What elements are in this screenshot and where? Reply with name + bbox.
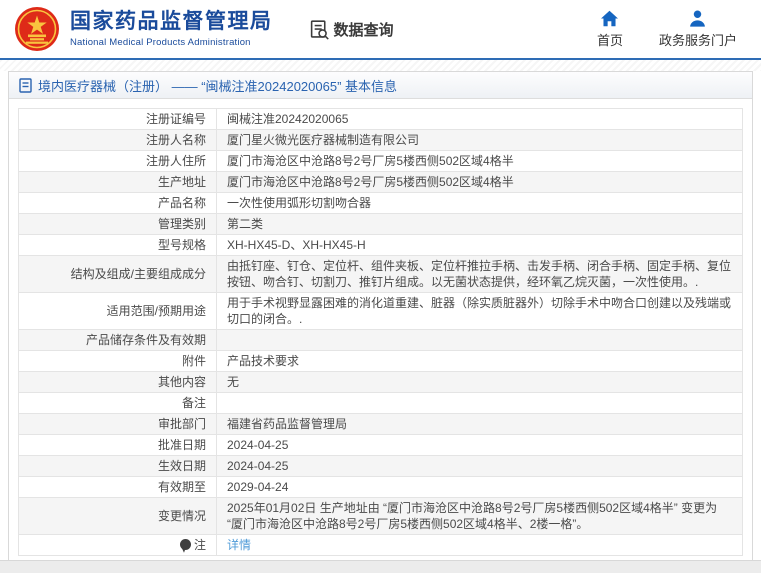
table-row: 管理类别 第二类 bbox=[18, 213, 743, 235]
row-label: 产品储存条件及有效期 bbox=[18, 329, 217, 351]
table-row: 附件 产品技术要求 bbox=[18, 350, 743, 372]
row-value: 厦门市海沧区中沧路8号2号厂房5楼西侧502区域4格半 bbox=[216, 150, 743, 172]
row-label: 其他内容 bbox=[18, 371, 217, 393]
registration-info-table: 注册证编号 闽械注准20242020065 注册人名称 厦门星火微光医疗器械制造有限公… bbox=[18, 108, 743, 556]
row-value: 用于手术视野显露困难的消化道重建、脏器（除实质脏器外）切除手术中吻合口创建以及残… bbox=[216, 292, 743, 330]
row-value: 厦门星火微光医疗器械制造有限公司 bbox=[216, 129, 743, 151]
main-panel: 境内医疗器械（注册） —— “闽械注准20242020065” 基本信息 注册证… bbox=[8, 71, 753, 563]
table-row: 变更情况 2025年01月02日 生产地址由 “厦门市海沧区中沧路8号2号厂房5楼… bbox=[18, 497, 743, 535]
document-search-icon bbox=[310, 19, 329, 40]
row-label: 产品名称 bbox=[18, 192, 217, 214]
nav-gov-portal-label: 政务服务门户 bbox=[658, 32, 737, 48]
nav-home[interactable]: 首页 bbox=[597, 10, 623, 49]
row-value bbox=[216, 392, 743, 414]
row-value bbox=[216, 329, 743, 351]
row-value: 产品技术要求 bbox=[216, 350, 743, 372]
site-header: 国家药品监督管理局 National Medical Products Admi… bbox=[0, 0, 761, 60]
row-label: 审批部门 bbox=[18, 413, 217, 435]
row-value: 由抵钉座、钉仓、定位杆、组件夹板、定位杆推拉手柄、击发手柄、闭合手柄、固定手柄、… bbox=[216, 255, 743, 293]
table-row: 批准日期 2024-04-25 bbox=[18, 434, 743, 456]
row-label: 型号规格 bbox=[18, 234, 217, 256]
table-row: 注册人住所 厦门市海沧区中沧路8号2号厂房5楼西侧502区域4格半 bbox=[18, 150, 743, 172]
row-value: 闽械注准20242020065 bbox=[216, 108, 743, 130]
row-label: 批准日期 bbox=[18, 434, 217, 456]
row-label: 注册人住所 bbox=[18, 150, 217, 172]
note-icon bbox=[179, 539, 191, 550]
org-title-block: 国家药品监督管理局 National Medical Products Admi… bbox=[70, 10, 273, 48]
row-label: 注册人名称 bbox=[18, 129, 217, 151]
row-value: 福建省药品监督管理局 bbox=[216, 413, 743, 435]
table-row: 有效期至 2029-04-24 bbox=[18, 476, 743, 498]
national-emblem-logo bbox=[15, 7, 59, 51]
row-value: 2024-04-25 bbox=[216, 455, 743, 477]
row-value: 厦门市海沧区中沧路8号2号厂房5楼西侧502区域4格半 bbox=[216, 171, 743, 193]
row-value: 2029-04-24 bbox=[216, 476, 743, 498]
data-query-button[interactable]: 数据查询 bbox=[309, 19, 394, 40]
table-row: 生效日期 2024-04-25 bbox=[18, 455, 743, 477]
row-label: 备注 bbox=[18, 392, 217, 414]
table-row: 注详情 bbox=[18, 534, 743, 556]
header-gap-strip bbox=[0, 60, 761, 71]
table-row: 审批部门 福建省药品监督管理局 bbox=[18, 413, 743, 435]
page-icon bbox=[19, 77, 32, 93]
home-icon bbox=[601, 10, 619, 26]
table-row: 产品储存条件及有效期 bbox=[18, 329, 743, 351]
table-row: 结构及组成/主要组成成分 由抵钉座、钉仓、定位杆、组件夹板、定位杆推拉手柄、击发手… bbox=[18, 255, 743, 293]
row-label: 生产地址 bbox=[18, 171, 217, 193]
table-row: 注册人名称 厦门星火微光医疗器械制造有限公司 bbox=[18, 129, 743, 151]
org-name-cn: 国家药品监督管理局 bbox=[70, 10, 273, 33]
row-value: 2025年01月02日 生产地址由 “厦门市海沧区中沧路8号2号厂房5楼西侧50… bbox=[216, 497, 743, 535]
header-nav: 首页 政务服务门户 bbox=[597, 10, 737, 49]
row-label: 适用范围/预期用途 bbox=[18, 292, 217, 330]
row-value: 第二类 bbox=[216, 213, 743, 235]
page-footer-strip bbox=[0, 560, 761, 573]
row-label: 结构及组成/主要组成成分 bbox=[18, 255, 217, 293]
row-label: 附件 bbox=[18, 350, 217, 372]
org-name-en: National Medical Products Administration bbox=[70, 37, 251, 48]
row-value: XH-HX45-D、XH-HX45-H bbox=[216, 234, 743, 256]
breadcrumb-text: 境内医疗器械（注册） —— “闽械注准20242020065” 基本信息 bbox=[38, 78, 398, 94]
table-row: 备注 bbox=[18, 392, 743, 414]
nav-gov-portal[interactable]: 政务服务门户 bbox=[659, 10, 737, 49]
row-label: 有效期至 bbox=[18, 476, 217, 498]
row-value: 一次性使用弧形切割吻合器 bbox=[216, 192, 743, 214]
table-row: 注册证编号 闽械注准20242020065 bbox=[18, 108, 743, 130]
row-label: 管理类别 bbox=[18, 213, 217, 235]
row-label: 生效日期 bbox=[18, 455, 217, 477]
row-value: 无 bbox=[216, 371, 743, 393]
table-row: 适用范围/预期用途 用于手术视野显露困难的消化道重建、脏器（除实质脏器外）切除手术… bbox=[18, 292, 743, 330]
breadcrumb: 境内医疗器械（注册） —— “闽械注准20242020065” 基本信息 bbox=[9, 72, 752, 99]
detail-content: 注册证编号 闽械注准20242020065 注册人名称 厦门星火微光医疗器械制造有限公… bbox=[9, 99, 752, 562]
nav-home-label: 首页 bbox=[596, 32, 623, 48]
row-label: 注 bbox=[18, 534, 217, 556]
table-row: 生产地址 厦门市海沧区中沧路8号2号厂房5楼西侧502区域4格半 bbox=[18, 171, 743, 193]
table-row: 产品名称 一次性使用弧形切割吻合器 bbox=[18, 192, 743, 214]
detail-link[interactable]: 详情 bbox=[227, 538, 251, 552]
row-label: 注册证编号 bbox=[18, 108, 217, 130]
data-query-label: 数据查询 bbox=[333, 21, 394, 39]
row-value: 2024-04-25 bbox=[216, 434, 743, 456]
table-row: 型号规格 XH-HX45-D、XH-HX45-H bbox=[18, 234, 743, 256]
table-row: 其他内容无 bbox=[18, 371, 743, 393]
row-label: 变更情况 bbox=[18, 497, 217, 535]
person-icon bbox=[690, 10, 706, 27]
row-value: 详情 bbox=[216, 534, 743, 556]
